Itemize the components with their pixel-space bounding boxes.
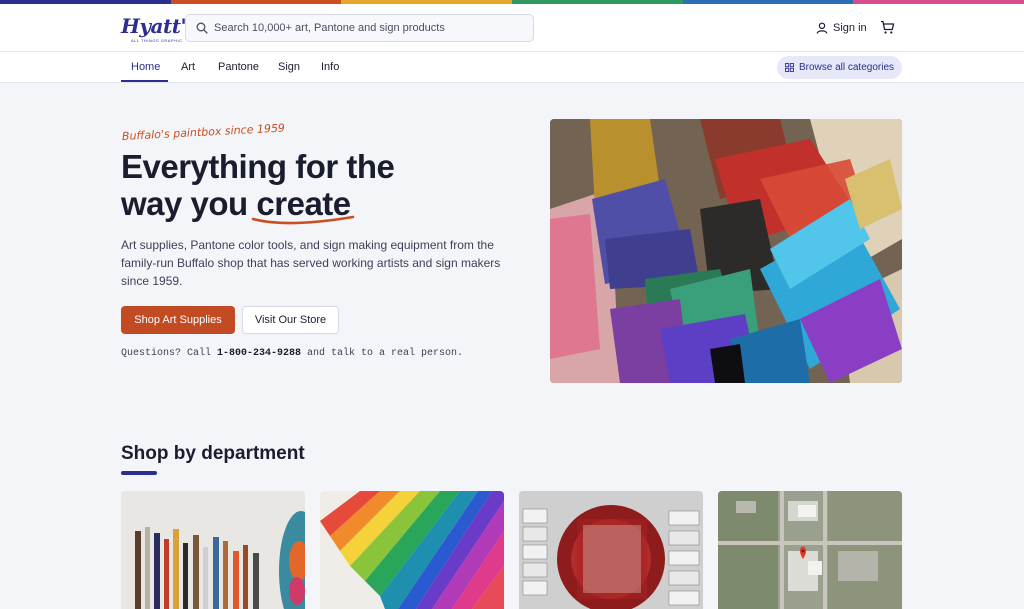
grid-icon: [785, 63, 794, 72]
section-title-underline: [121, 471, 157, 475]
phone-number[interactable]: 1-800-234-9288: [217, 348, 301, 359]
nav-item-home[interactable]: Home: [131, 52, 160, 83]
nav-item-sign[interactable]: Sign: [278, 52, 300, 83]
logo[interactable]: Hyatt's ALL THINGS GRAPHIC: [121, 13, 197, 45]
phone-prefix: Questions? Call: [121, 348, 218, 359]
nav-item-pantone[interactable]: Pantone: [218, 52, 259, 83]
search-input[interactable]: [214, 15, 529, 41]
nav-active-indicator: [121, 80, 168, 82]
user-icon: [816, 22, 828, 34]
headline-line1: Everything for the: [121, 148, 395, 185]
search-bar[interactable]: [185, 14, 534, 42]
search-icon: [196, 22, 208, 34]
signin-link[interactable]: Sign in: [816, 20, 867, 36]
nav-item-art[interactable]: Art: [181, 52, 195, 83]
hero-headline: Everything for the way you create: [121, 148, 541, 222]
headline-underline-swoosh: [251, 215, 355, 225]
phone-line: Questions? Call 1-800-234-9288 and talk …: [121, 348, 463, 359]
signin-label: Sign in: [833, 22, 867, 34]
department-card-sign[interactable]: [519, 491, 703, 609]
hero-tagline: Buffalo's paintbox since 1959: [121, 121, 286, 143]
department-card-art[interactable]: [121, 491, 305, 609]
phone-suffix: and talk to a real person.: [301, 348, 464, 359]
shop-art-supplies-button[interactable]: Shop Art Supplies: [121, 306, 235, 334]
logo-subtext: ALL THINGS GRAPHIC: [131, 38, 183, 43]
nav-item-info[interactable]: Info: [321, 52, 339, 83]
visit-store-button[interactable]: Visit Our Store: [242, 306, 339, 334]
section-title: Shop by department: [121, 443, 305, 464]
department-card-store-map[interactable]: [718, 491, 902, 609]
department-card-pantone[interactable]: [320, 491, 504, 609]
paint-brushes-hero-image: [550, 119, 902, 383]
cart-icon[interactable]: [880, 20, 895, 35]
browse-categories-button[interactable]: Browse all categories: [777, 56, 902, 79]
browse-label: Browse all categories: [798, 62, 895, 73]
headline-line2-prefix: way you: [121, 185, 257, 222]
hero-description: Art supplies, Pantone color tools, and s…: [121, 238, 501, 288]
site-header: Hyatt's ALL THINGS GRAPHIC Sign in: [0, 4, 1024, 52]
